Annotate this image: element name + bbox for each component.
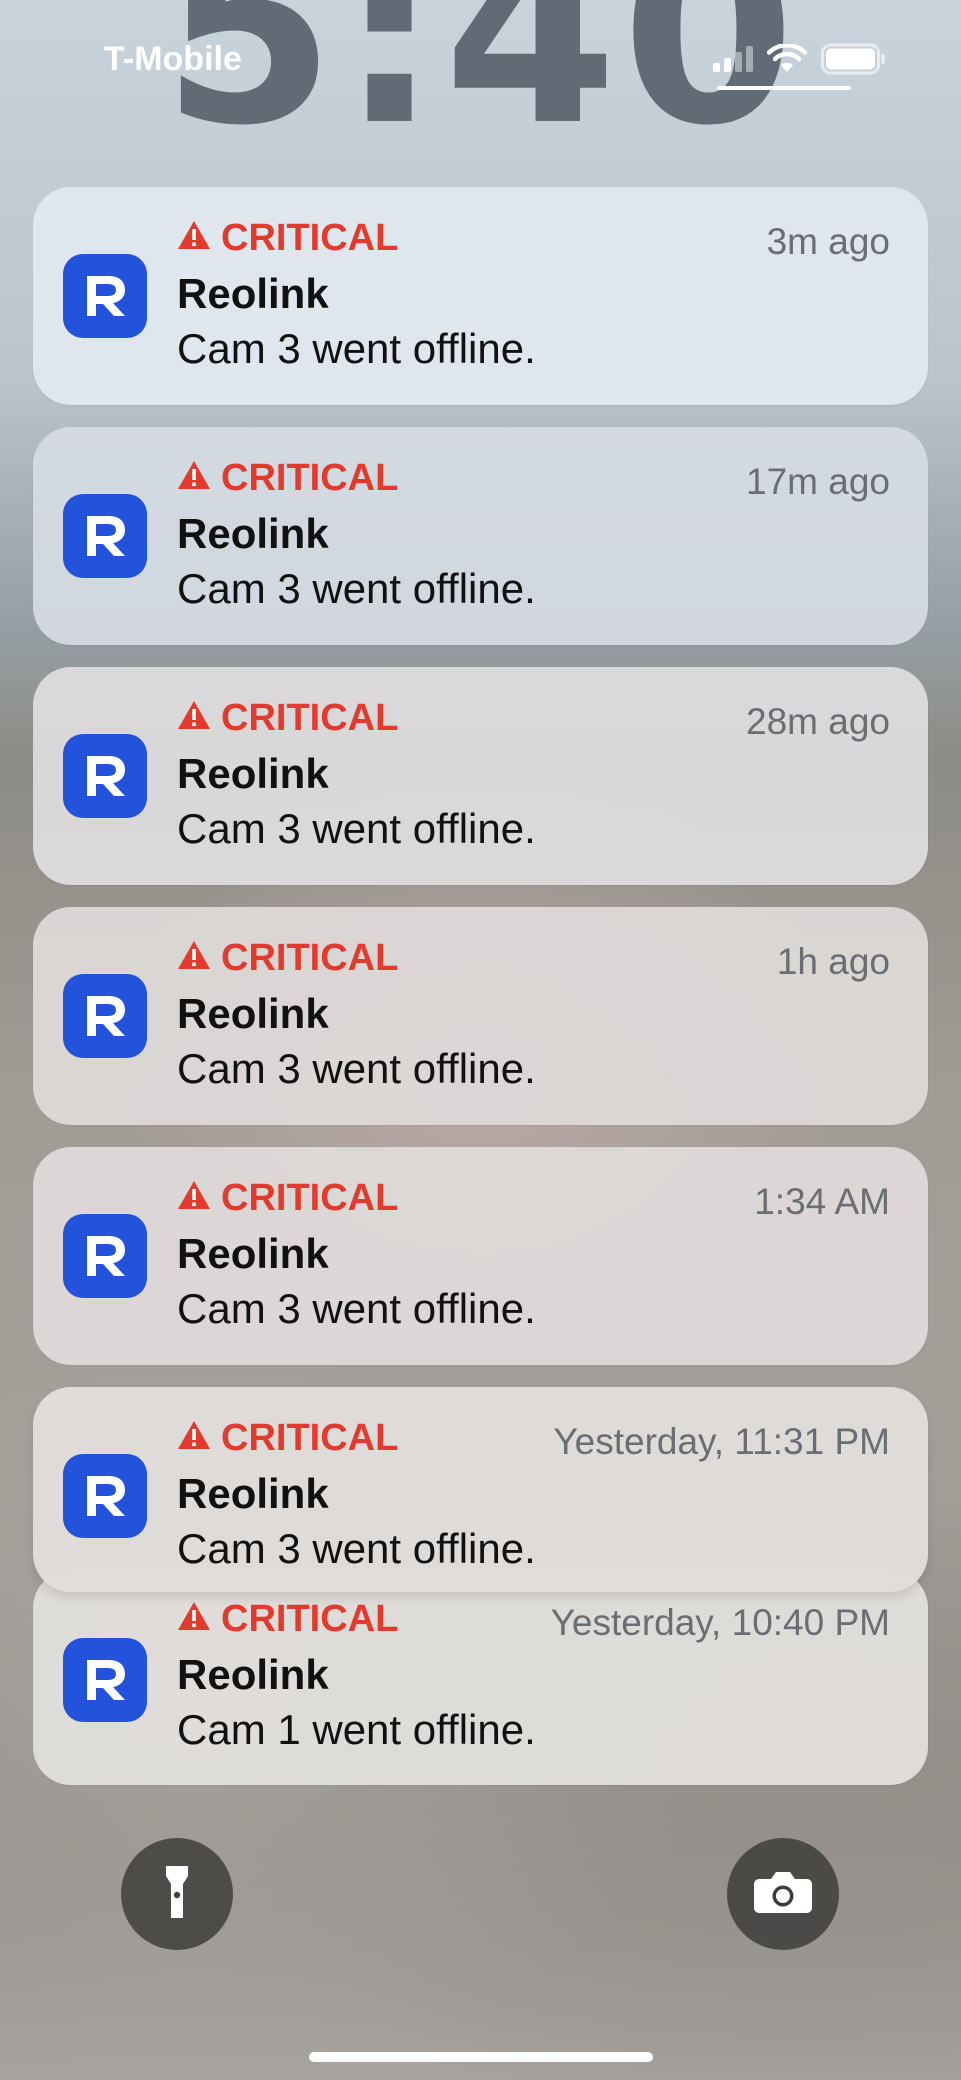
reolink-app-icon xyxy=(63,1214,147,1298)
notification-message: Cam 3 went offline. xyxy=(177,805,536,852)
critical-label: CRITICAL xyxy=(177,217,398,259)
warning-triangle-icon xyxy=(177,1417,211,1459)
flashlight-button[interactable] xyxy=(121,1838,233,1950)
notification-time: 3m ago xyxy=(766,221,890,262)
camera-icon xyxy=(753,1870,813,1919)
notification-message: Cam 3 went offline. xyxy=(177,1285,536,1332)
notification-card[interactable]: CRITICAL Yesterday, 10:40 PM Reolink Cam… xyxy=(33,1570,928,1785)
signal-bars-icon xyxy=(713,46,753,72)
notification-time: 1:34 AM xyxy=(754,1181,890,1222)
lock-screen: 5:40 T-Mobile CRITICAL 3m ago Reolink Ca… xyxy=(0,0,961,2080)
notification-message: Cam 1 went offline. xyxy=(177,1706,536,1753)
notification-card[interactable]: CRITICAL 1h ago Reolink Cam 3 went offli… xyxy=(33,907,928,1125)
warning-triangle-icon xyxy=(177,937,211,979)
severity-text: CRITICAL xyxy=(221,1417,399,1459)
home-indicator[interactable] xyxy=(309,2052,653,2062)
notification-card[interactable]: CRITICAL 1:34 AM Reolink Cam 3 went offl… xyxy=(33,1147,928,1365)
severity-text: CRITICAL xyxy=(221,1177,399,1219)
notification-card[interactable]: CRITICAL 3m ago Reolink Cam 3 went offli… xyxy=(33,187,928,405)
notification-app-name: Reolink xyxy=(177,1651,329,1698)
reolink-app-icon xyxy=(63,494,147,578)
critical-label: CRITICAL xyxy=(177,1417,398,1459)
notification-time: 28m ago xyxy=(746,701,890,742)
status-bar-underline xyxy=(717,86,851,90)
wifi-icon xyxy=(767,44,807,74)
severity-text: CRITICAL xyxy=(221,457,399,499)
severity-text: CRITICAL xyxy=(221,937,399,979)
carrier-name: T-Mobile xyxy=(104,40,242,78)
lock-screen-clock: 5:40 xyxy=(161,0,800,180)
flashlight-icon xyxy=(162,1862,192,1927)
warning-triangle-icon xyxy=(177,1598,211,1640)
notification-time: 1h ago xyxy=(776,941,890,982)
reolink-app-icon xyxy=(63,254,147,338)
warning-triangle-icon xyxy=(177,217,211,259)
reolink-app-icon xyxy=(63,1454,147,1538)
warning-triangle-icon xyxy=(177,1177,211,1219)
warning-triangle-icon xyxy=(177,697,211,739)
critical-label: CRITICAL xyxy=(177,1598,398,1640)
camera-button[interactable] xyxy=(727,1838,839,1950)
notification-card[interactable]: CRITICAL 17m ago Reolink Cam 3 went offl… xyxy=(33,427,928,645)
notification-card[interactable]: CRITICAL 28m ago Reolink Cam 3 went offl… xyxy=(33,667,928,885)
critical-label: CRITICAL xyxy=(177,457,398,499)
notification-message: Cam 3 went offline. xyxy=(177,325,536,372)
notification-message: Cam 3 went offline. xyxy=(177,565,536,612)
severity-text: CRITICAL xyxy=(221,217,399,259)
critical-label: CRITICAL xyxy=(177,937,398,979)
notification-app-name: Reolink xyxy=(177,990,329,1037)
notification-app-name: Reolink xyxy=(177,1230,329,1277)
status-indicators xyxy=(713,40,887,78)
notification-app-name: Reolink xyxy=(177,750,329,797)
reolink-app-icon xyxy=(63,1638,147,1722)
notification-time: Yesterday, 11:31 PM xyxy=(553,1421,890,1462)
notification-card[interactable]: CRITICAL Yesterday, 11:31 PM Reolink Cam… xyxy=(33,1387,928,1592)
notification-time: Yesterday, 10:40 PM xyxy=(550,1602,890,1643)
notification-message: Cam 3 went offline. xyxy=(177,1525,536,1572)
critical-label: CRITICAL xyxy=(177,1177,398,1219)
reolink-app-icon xyxy=(63,974,147,1058)
severity-text: CRITICAL xyxy=(221,697,399,739)
critical-label: CRITICAL xyxy=(177,697,398,739)
reolink-app-icon xyxy=(63,734,147,818)
warning-triangle-icon xyxy=(177,457,211,499)
notification-app-name: Reolink xyxy=(177,1470,329,1517)
notification-app-name: Reolink xyxy=(177,510,329,557)
severity-text: CRITICAL xyxy=(221,1598,399,1640)
notification-app-name: Reolink xyxy=(177,270,329,317)
notification-time: 17m ago xyxy=(746,461,890,502)
notification-message: Cam 3 went offline. xyxy=(177,1045,536,1092)
battery-icon xyxy=(821,43,887,75)
